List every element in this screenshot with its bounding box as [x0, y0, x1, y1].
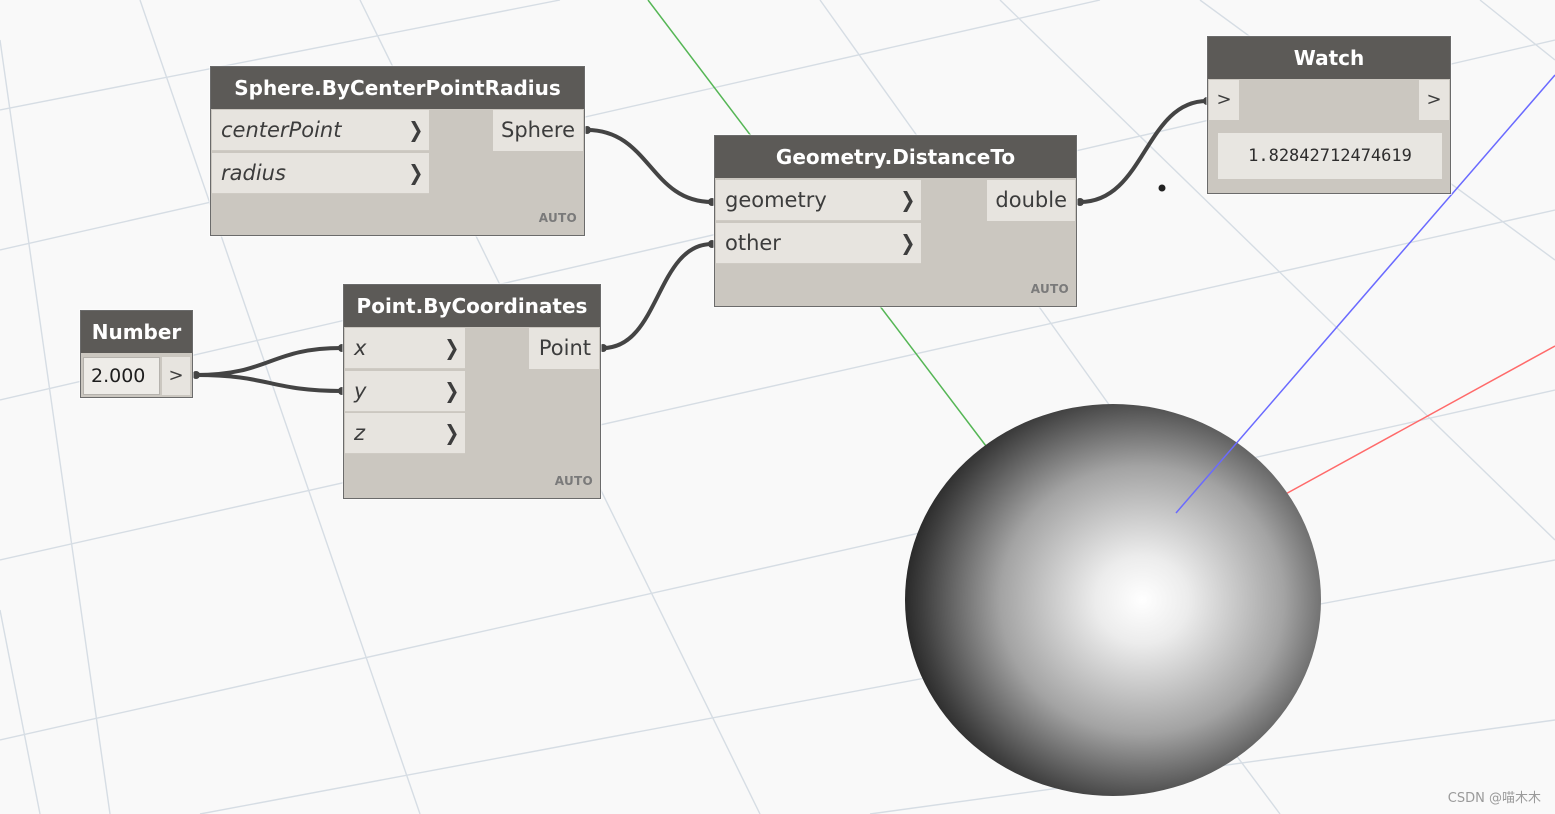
node-geometry-distance-to[interactable]: Geometry.DistanceTo geometry ❯ other ❯ d…: [714, 135, 1077, 307]
output-arrow-icon: >: [1426, 89, 1442, 110]
port-label: centerPoint: [221, 118, 342, 142]
port-label: double: [995, 188, 1067, 212]
node-number[interactable]: Number 2.000 >: [80, 310, 193, 398]
port-label: radius: [221, 161, 286, 185]
input-chevron-icon: ❯: [900, 231, 916, 255]
watch-output-port[interactable]: >: [1419, 80, 1449, 120]
input-chevron-icon: ❯: [444, 379, 460, 403]
node-watch[interactable]: Watch > > 1.82842712474619: [1207, 36, 1451, 194]
node-title[interactable]: Geometry.DistanceTo: [715, 136, 1076, 178]
lacing-label[interactable]: AUTO: [1031, 282, 1069, 296]
wire-sphere-to-geometry: [585, 128, 714, 204]
output-port-double[interactable]: double: [987, 180, 1075, 221]
node-title[interactable]: Point.ByCoordinates: [344, 285, 600, 327]
watch-input-port[interactable]: >: [1209, 80, 1239, 120]
cursor-dot: [1158, 184, 1166, 192]
input-chevron-icon: ❯: [900, 188, 916, 212]
port-label: geometry: [725, 188, 827, 212]
input-port-z[interactable]: z ❯: [345, 413, 465, 454]
input-chevron-icon: ❯: [444, 421, 460, 445]
watch-value-display: 1.82842712474619: [1218, 133, 1442, 179]
input-port-x[interactable]: x ❯: [345, 328, 465, 369]
wire-number-to-y: [194, 373, 344, 393]
wire-point-to-other: [601, 242, 714, 350]
input-chevron-icon: ❯: [408, 161, 424, 185]
node-title[interactable]: Watch: [1208, 37, 1450, 79]
port-label: Point: [538, 336, 591, 360]
input-port-other[interactable]: other ❯: [716, 223, 921, 264]
port-label: x: [354, 336, 367, 360]
input-port-geometry[interactable]: geometry ❯: [716, 180, 921, 221]
input-port-radius[interactable]: radius ❯: [212, 153, 429, 194]
port-label: z: [354, 421, 366, 445]
output-port-point[interactable]: Point: [529, 328, 599, 369]
watermark-text: CSDN @喵木木: [1447, 791, 1541, 806]
output-arrow-icon: >: [1216, 89, 1232, 110]
lacing-label[interactable]: AUTO: [539, 211, 577, 225]
input-port-centerpoint[interactable]: centerPoint ❯: [212, 110, 429, 151]
output-arrow-icon: >: [168, 365, 184, 386]
port-label: Sphere: [501, 118, 575, 142]
axis-x-line: [1281, 345, 1555, 497]
sphere-geometry[interactable]: [905, 404, 1321, 796]
lacing-label[interactable]: AUTO: [555, 474, 593, 488]
port-label: y: [354, 379, 367, 403]
port-label: other: [725, 231, 781, 255]
node-title[interactable]: Number: [81, 311, 192, 353]
input-chevron-icon: ❯: [408, 118, 424, 142]
input-port-y[interactable]: y ❯: [345, 371, 465, 412]
output-port-sphere[interactable]: Sphere: [493, 110, 583, 151]
node-title[interactable]: Sphere.ByCenterPointRadius: [211, 67, 584, 109]
node-point-by-coordinates[interactable]: Point.ByCoordinates x ❯ y ❯ z ❯ Point AU…: [343, 284, 601, 499]
number-output-port[interactable]: >: [162, 357, 190, 395]
node-sphere-by-center-point-radius[interactable]: Sphere.ByCenterPointRadius centerPoint ❯…: [210, 66, 585, 236]
wire-double-to-watch: [1078, 99, 1209, 204]
wire-number-to-x: [194, 346, 344, 377]
input-chevron-icon: ❯: [444, 336, 460, 360]
number-input-field[interactable]: 2.000: [83, 357, 160, 395]
